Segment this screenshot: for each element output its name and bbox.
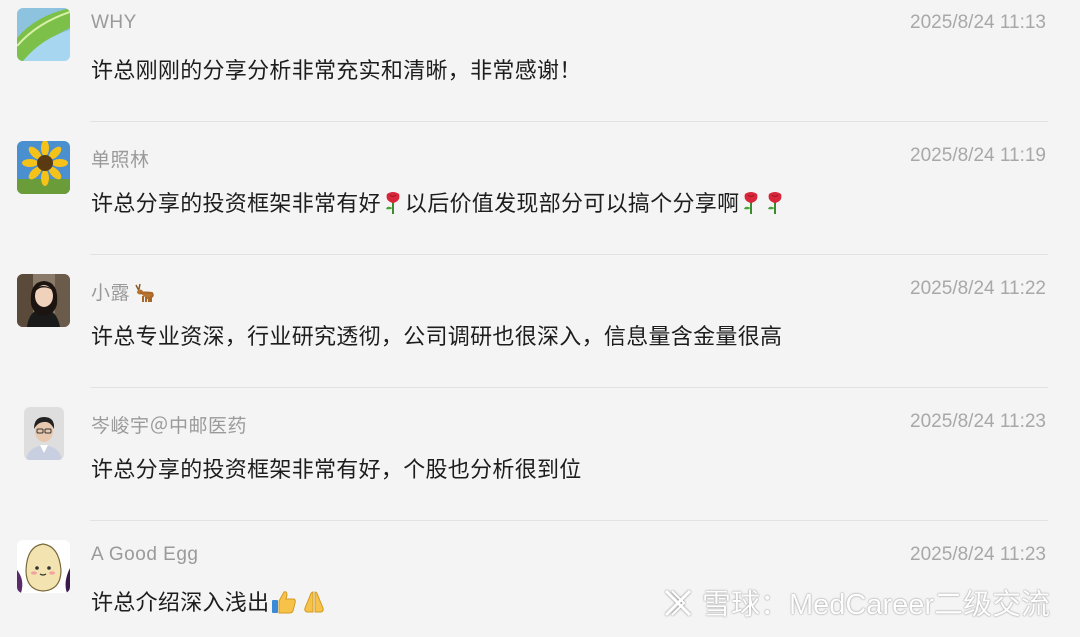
woman-portrait-avatar[interactable]	[17, 274, 70, 327]
comment-text-part: 许总介绍深入浅出	[91, 590, 270, 615]
divider	[90, 254, 1048, 255]
comment-item: 岑峻宇＠中邮医药 2025/8/24 11:23 许总分享的投资框架非常有好，个…	[0, 399, 1080, 532]
egg-avatar[interactable]	[17, 540, 70, 593]
leaf-avatar[interactable]	[17, 8, 70, 61]
man-portrait-avatar[interactable]	[24, 407, 64, 460]
thumbs-up-emoji	[271, 590, 297, 620]
rose-emoji	[765, 191, 785, 221]
rose-emoji	[741, 191, 761, 221]
comment-text: 许总介绍深入浅出	[91, 585, 329, 620]
timestamp: 2025/8/24 11:23	[910, 544, 1046, 565]
timestamp: 2025/8/24 11:19	[910, 145, 1046, 166]
timestamp: 2025/8/24 11:22	[910, 278, 1046, 299]
sunflower-avatar[interactable]	[17, 141, 70, 194]
comment-text-part: 许总分享的投资框架非常有好	[91, 191, 381, 216]
watermark: 雪球：MedCareer二级交流	[660, 581, 1050, 623]
comment-item: 单照林 2025/8/24 11:19 许总分享的投资框架非常有好 以后价值发现部…	[0, 133, 1080, 266]
deer-emoji	[132, 283, 156, 309]
divider	[90, 520, 1048, 521]
comment-item: 小露 2025/8/24 11:22 许总专业资深，行业研究透彻，公司调研也很深…	[0, 266, 1080, 399]
author-name[interactable]: 小露	[91, 278, 158, 309]
xueqiu-logo-icon	[660, 585, 696, 619]
comment-item: WHY 2025/8/24 11:13 许总刚刚的分享分析非常充实和清晰，非常感…	[0, 0, 1080, 133]
comment-text: 许总分享的投资框架非常有好 以后价值发现部分可以搞个分享啊	[91, 186, 787, 221]
comment-text: 许总专业资深，行业研究透彻，公司调研也很深入，信息量含金量很高	[91, 324, 783, 349]
divider	[90, 387, 1048, 388]
timestamp: 2025/8/24 11:13	[910, 12, 1046, 33]
author-name[interactable]: WHY	[91, 12, 137, 34]
author-name[interactable]: 单照林	[91, 145, 150, 172]
author-name[interactable]: A Good Egg	[91, 544, 198, 566]
comment-text-part: 以后价值发现部分可以搞个分享啊	[404, 191, 740, 216]
watermark-text: 雪球：MedCareer二级交流	[701, 589, 1050, 621]
author-name[interactable]: 岑峻宇＠中邮医药	[91, 411, 247, 438]
comment-text: 许总分享的投资框架非常有好，个股也分析很到位	[91, 457, 582, 482]
timestamp: 2025/8/24 11:23	[910, 411, 1046, 432]
divider	[90, 121, 1048, 122]
rose-emoji	[383, 191, 403, 221]
pray-emoji	[301, 590, 327, 620]
comment-text: 许总刚刚的分享分析非常充实和清晰，非常感谢！	[91, 58, 582, 83]
comment-list: WHY 2025/8/24 11:13 许总刚刚的分享分析非常充实和清晰，非常感…	[0, 0, 1080, 637]
